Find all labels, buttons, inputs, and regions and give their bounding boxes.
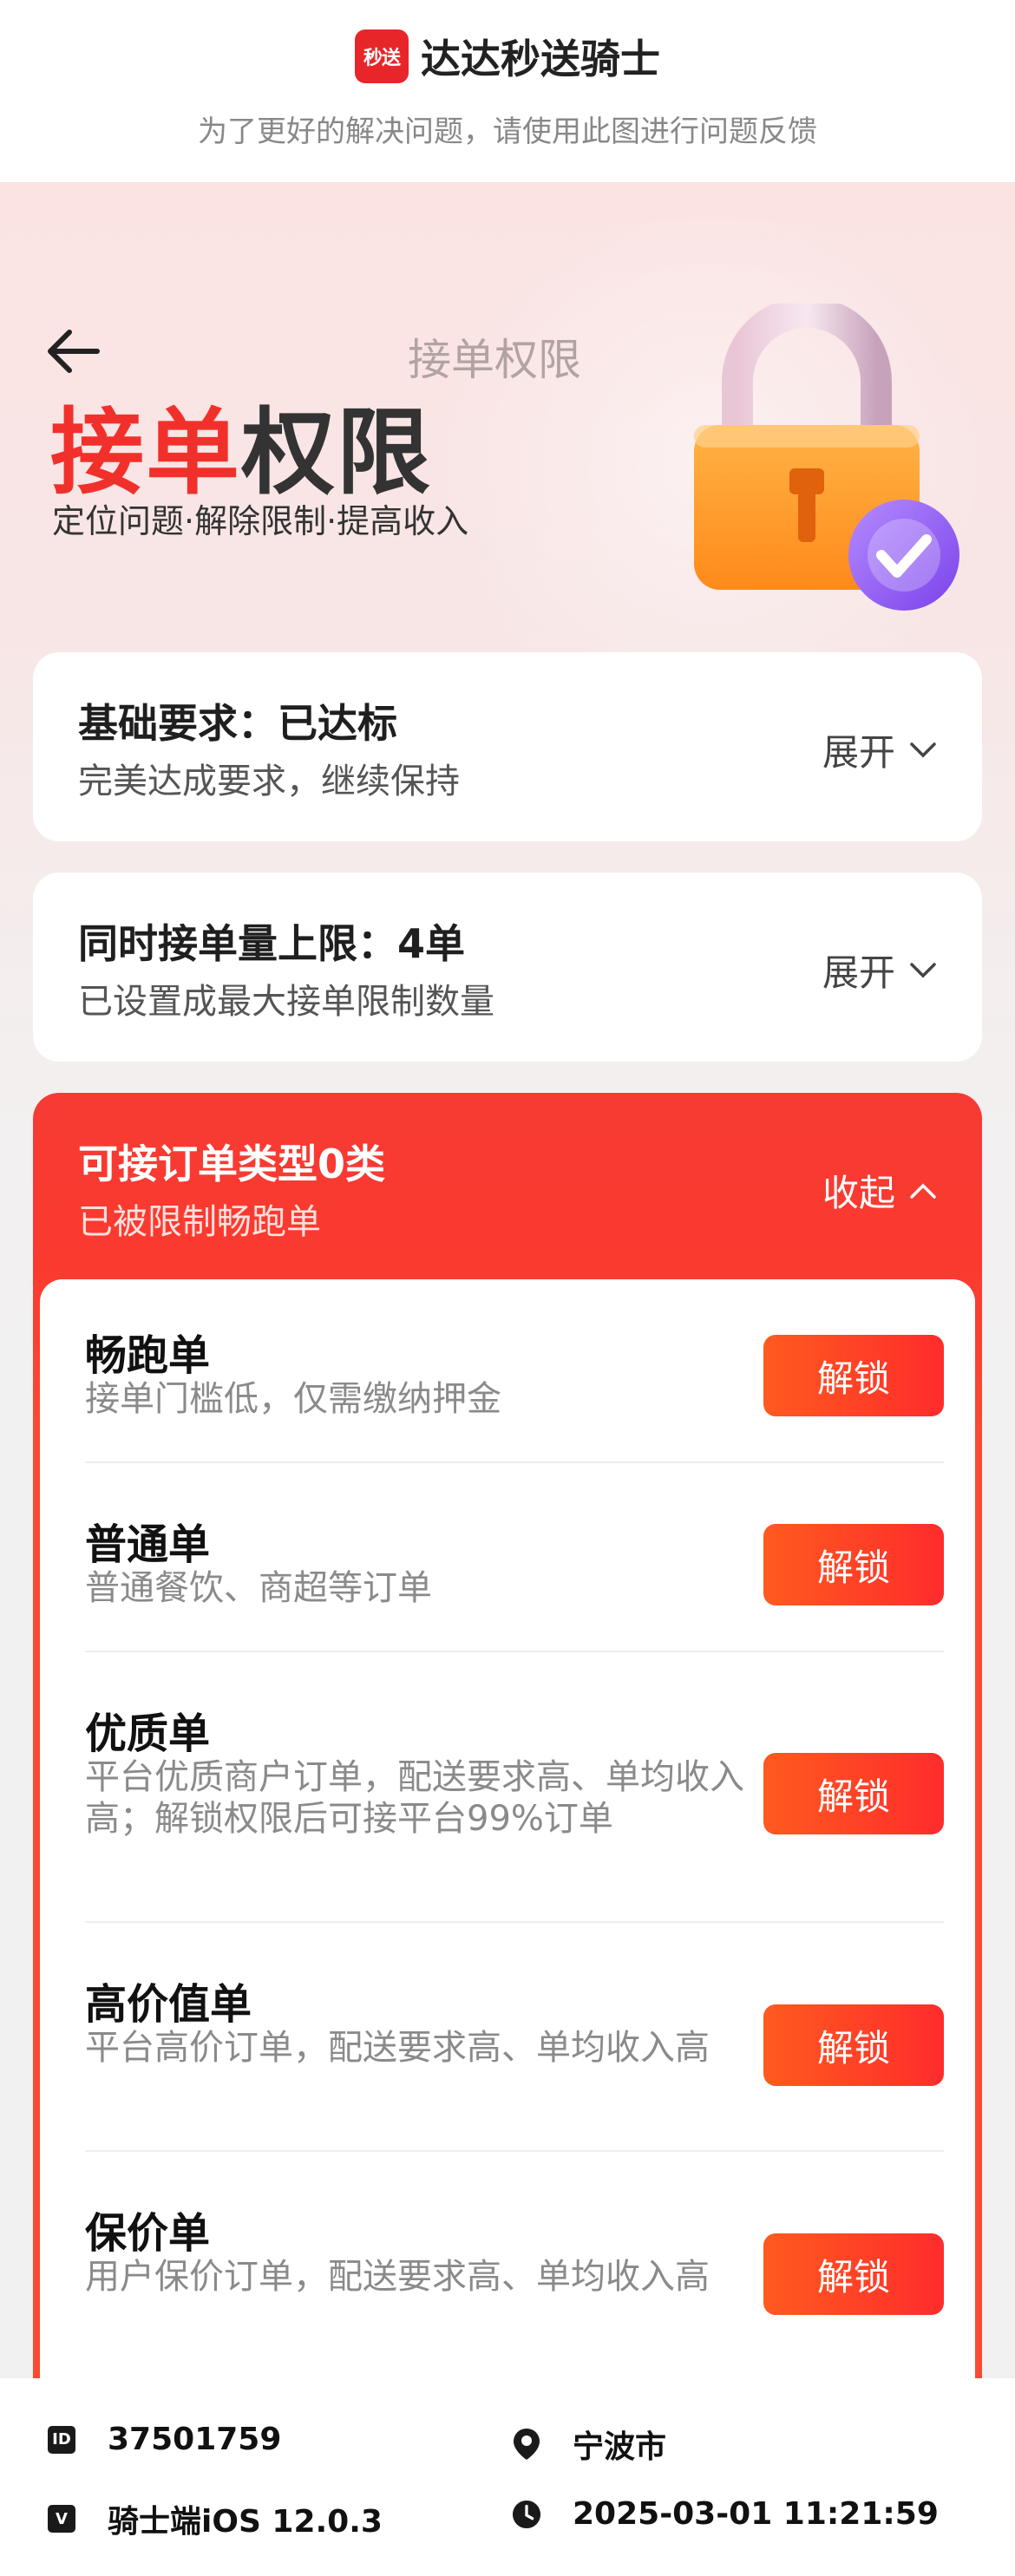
order-type-desc: 平台优质商户订单，配送要求高、单均收入高；解锁权限后可接平台99%订单 xyxy=(85,1757,744,1839)
order-types-card: 可接订单类型0类 已被限制畅跑单 收起 畅跑单 接单门槛低，仅需缴纳押金 解锁 … xyxy=(33,1093,982,2494)
unlock-button[interactable]: 解锁 xyxy=(763,2233,944,2315)
expand-toggle[interactable]: 展开 xyxy=(822,944,937,997)
order-type-name: 畅跑单 xyxy=(85,1331,211,1380)
chevron-down-icon xyxy=(910,962,936,977)
brand-logo: 秒送 xyxy=(355,29,409,83)
rider-id-value: 37501759 xyxy=(108,2422,282,2457)
lock-check-icon xyxy=(694,304,959,611)
collapse-label: 收起 xyxy=(822,1172,895,1214)
app-version-value: 骑士端iOS 12.0.3 xyxy=(108,2504,383,2540)
card-title: 同时接单量上限：4单 xyxy=(78,920,466,967)
order-type-list: 畅跑单 接单门槛低，仅需缴纳押金 解锁 普通单 普通餐饮、商超等订单 解锁 优质… xyxy=(40,1279,975,2494)
clock-icon xyxy=(512,2500,541,2529)
page: 秒送 达达秒送骑士 为了更好的解决问题，请使用此图进行问题反馈 接单权限 接单权… xyxy=(0,0,1015,2576)
brand-row: 秒送 达达秒送骑士 xyxy=(0,28,1015,85)
order-type-desc: 平台高价订单，配送要求高、单均收入高 xyxy=(85,2028,710,2068)
order-type-name: 普通单 xyxy=(85,1520,211,1569)
order-types-desc: 已被限制畅跑单 xyxy=(78,1202,321,1242)
nav-title: 接单权限 xyxy=(408,335,581,385)
order-type-item: 优质单 平台优质商户订单，配送要求高、单均收入高；解锁权限后可接平台99%订单 … xyxy=(85,1692,944,1926)
page-title-red: 接单 xyxy=(50,399,242,507)
order-type-item: 高价值单 平台高价订单，配送要求高、单均收入高 解锁 xyxy=(85,1963,944,2145)
timestamp-value: 2025-03-01 11:21:59 xyxy=(573,2496,939,2532)
card-desc: 已设置成最大接单限制数量 xyxy=(78,982,494,1022)
page-subtitle: 定位问题·解除限制·提高收入 xyxy=(52,502,469,540)
brand-name: 达达秒送骑士 xyxy=(421,36,660,82)
order-type-item: 保价单 用户保价订单，配送要求高、单均收入高 解锁 xyxy=(85,2192,944,2374)
app-version: V 骑士端iOS 12.0.3 xyxy=(47,2496,383,2541)
order-type-name: 高价值单 xyxy=(85,1980,252,2029)
basic-requirement-card[interactable]: 基础要求：已达标 完美达成要求，继续保持 展开 xyxy=(33,652,982,841)
expand-label: 展开 xyxy=(822,731,895,774)
expand-label: 展开 xyxy=(822,951,895,994)
order-type-name: 保价单 xyxy=(85,2209,211,2258)
order-type-item: 畅跑单 接单门槛低，仅需缴纳押金 解锁 xyxy=(85,1314,944,1444)
page-title: 接单权限 xyxy=(50,377,432,513)
divider xyxy=(85,1921,944,1923)
unlock-button[interactable]: 解锁 xyxy=(763,1335,944,1416)
collapse-toggle[interactable]: 收起 xyxy=(822,1164,937,1217)
version-icon: V xyxy=(47,2504,76,2534)
feedback-tip: 为了更好的解决问题，请使用此图进行问题反馈 xyxy=(198,114,817,149)
unlock-button[interactable]: 解锁 xyxy=(763,1524,944,1605)
order-type-name: 优质单 xyxy=(85,1710,211,1758)
order-type-desc: 接单门槛低，仅需缴纳押金 xyxy=(85,1379,501,1419)
order-limit-card[interactable]: 同时接单量上限：4单 已设置成最大接单限制数量 展开 xyxy=(33,873,982,1062)
id-icon: ID xyxy=(47,2425,76,2455)
unlock-button[interactable]: 解锁 xyxy=(763,2004,944,2086)
brand-header: 秒送 达达秒送骑士 为了更好的解决问题，请使用此图进行问题反馈 xyxy=(0,0,1015,182)
info-footer: ID 37501759 宁波市 V 骑士端iOS 12.0.3 2025-03-… xyxy=(0,2378,1015,2576)
unlock-button[interactable]: 解锁 xyxy=(763,1753,944,1834)
order-type-desc: 普通餐饮、商超等订单 xyxy=(85,1568,432,1608)
expand-toggle[interactable]: 展开 xyxy=(822,723,937,776)
divider xyxy=(85,1461,944,1463)
rider-id: ID 37501759 xyxy=(47,2422,281,2457)
card-desc: 完美达成要求，继续保持 xyxy=(78,762,460,801)
order-type-desc: 用户保价订单，配送要求高、单均收入高 xyxy=(85,2257,710,2297)
page-title-dark: 权限 xyxy=(241,399,433,507)
city: 宁波市 xyxy=(512,2422,666,2467)
timestamp: 2025-03-01 11:21:59 xyxy=(512,2496,939,2532)
order-types-title: 可接订单类型0类 xyxy=(78,1141,386,1187)
order-type-item: 普通单 普通餐饮、商超等订单 解锁 xyxy=(85,1503,944,1633)
chevron-up-icon xyxy=(910,1183,936,1199)
card-title: 基础要求：已达标 xyxy=(78,700,397,747)
divider xyxy=(85,1651,944,1652)
chevron-down-icon xyxy=(910,742,936,757)
divider xyxy=(85,2150,944,2152)
city-value: 宁波市 xyxy=(573,2429,667,2465)
location-pin-icon xyxy=(512,2429,541,2460)
back-arrow-icon[interactable] xyxy=(43,321,104,382)
